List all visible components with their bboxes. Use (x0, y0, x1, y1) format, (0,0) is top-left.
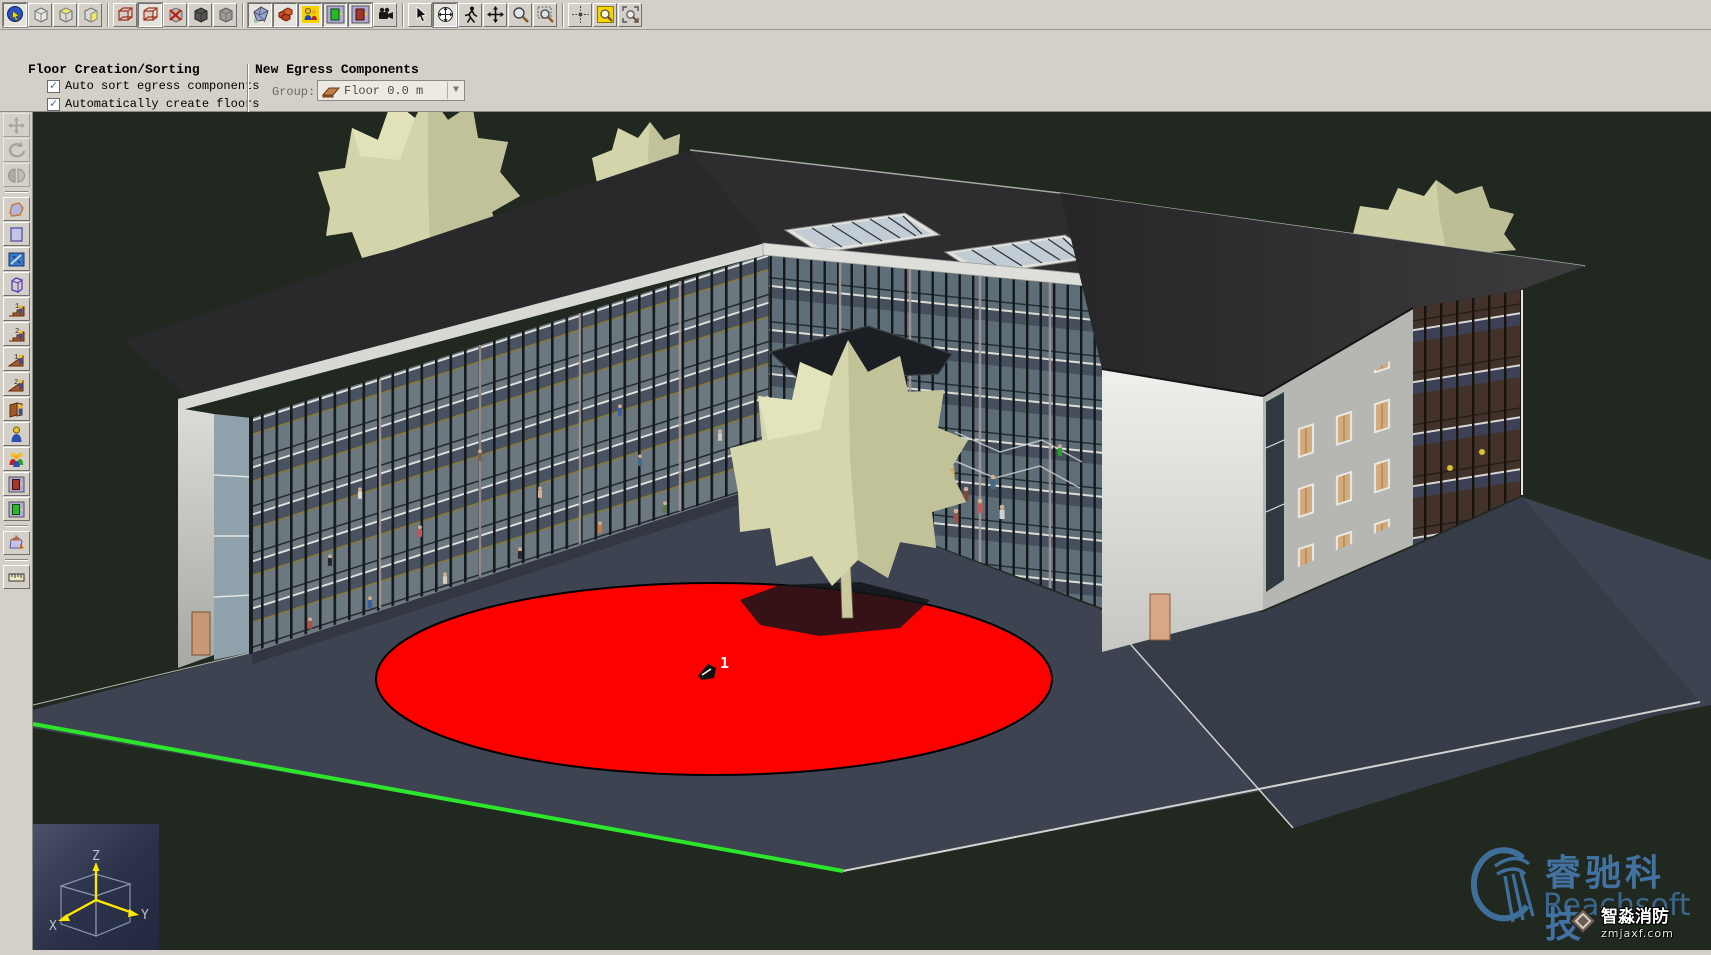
door-tool[interactable] (3, 472, 30, 496)
solid-wireframe-view-icon[interactable] (138, 3, 162, 27)
checkbox-check-icon[interactable]: ✓ (47, 98, 60, 111)
model-viewport[interactable]: 1 Z X Y (33, 112, 1711, 950)
checkbox-check-icon[interactable]: ✓ (47, 80, 60, 93)
zoom-box-tool-icon[interactable] (533, 3, 557, 27)
pan-tool-icon[interactable] (483, 3, 507, 27)
ramp-two-point-tool[interactable]: 2 (3, 372, 30, 396)
axis-gizmo[interactable]: Z X Y (33, 824, 159, 950)
exit-door-tool[interactable] (3, 497, 30, 521)
right-end-door (1150, 594, 1170, 640)
axis-x-label: X (49, 919, 57, 934)
group-dropdown[interactable]: Floor 0.0 m ▼ (317, 80, 465, 101)
exit-component-tool[interactable] (3, 397, 30, 421)
zoom-extents-icon[interactable] (593, 3, 617, 27)
main-toolbar (0, 0, 1711, 30)
tool-sidebar: 1 2 1 2 (0, 112, 33, 950)
edit-vertices-tool[interactable] (3, 531, 30, 555)
show-occupants-icon[interactable] (298, 3, 322, 27)
stairs-two-point-tool[interactable]: 2 (3, 322, 30, 346)
select-cursor-icon[interactable] (408, 3, 432, 27)
new-egress-title: New Egress Components (255, 62, 419, 77)
floor-tool[interactable] (3, 197, 30, 221)
add-occupant-tool[interactable] (3, 422, 30, 446)
zoom-tool-icon[interactable] (508, 3, 532, 27)
svg-text:2: 2 (14, 379, 18, 387)
auto-create-floors-checkbox[interactable]: ✓ Automatically create floors (47, 97, 259, 111)
show-solid-top-icon[interactable] (53, 3, 77, 27)
show-solid-side-icon[interactable] (78, 3, 102, 27)
select-object-icon[interactable] (3, 3, 27, 27)
measure-tool[interactable] (3, 565, 30, 589)
right-end-wall (1102, 369, 1263, 652)
obstruction-tool[interactable] (3, 272, 30, 296)
group-value: Floor 0.0 m (344, 84, 423, 98)
svg-text:1: 1 (14, 354, 18, 362)
left-end-door (192, 612, 210, 655)
zoom-selection-icon[interactable] (618, 3, 642, 27)
axis-z-label: Z (92, 849, 100, 864)
mirror-object-tool[interactable] (3, 163, 30, 187)
marker-label: 1 (720, 654, 729, 672)
auto-sort-checkbox[interactable]: ✓ Auto sort egress components (47, 79, 259, 93)
show-all-objects-icon[interactable] (28, 3, 52, 27)
wireframe-view-icon[interactable] (113, 3, 137, 27)
add-group-tool[interactable] (3, 447, 30, 471)
solid-dark-view-icon[interactable] (188, 3, 212, 27)
walk-tool-icon[interactable] (458, 3, 482, 27)
axis-y-label: Y (141, 908, 149, 923)
hide-objects-icon[interactable] (163, 3, 187, 27)
refuge-area-circle[interactable] (376, 583, 1052, 775)
toolbar-separator (242, 3, 244, 27)
floor-creation-title: Floor Creation/Sorting (28, 62, 200, 77)
auto-create-floors-label: Automatically create floors (65, 97, 259, 111)
room-tool[interactable] (3, 222, 30, 246)
sidebar-separator (5, 525, 28, 527)
sidebar-separator (5, 191, 28, 193)
shaded-view-icon[interactable] (213, 3, 237, 27)
show-exits-icon[interactable] (323, 3, 347, 27)
stairs-one-point-tool[interactable]: 1 (3, 297, 30, 321)
ramp-one-point-tool[interactable]: 1 (3, 347, 30, 371)
orbit-tool-icon[interactable] (433, 3, 457, 27)
rotate-object-tool[interactable] (3, 138, 30, 162)
thin-wall-tool[interactable] (3, 247, 30, 271)
sidebar-separator (5, 559, 28, 561)
scene-canvas[interactable]: 1 (33, 112, 1711, 950)
reset-view-icon[interactable] (568, 3, 592, 27)
toolbar-separator (107, 3, 109, 27)
dropdown-arrow-icon[interactable]: ▼ (447, 82, 464, 99)
group-label: Group: (272, 85, 315, 99)
toolbar-separator (402, 3, 404, 27)
show-terrain-icon[interactable] (248, 3, 272, 27)
property-panel-row: Floor Creation/Sorting ✓ Auto sort egres… (0, 31, 1711, 112)
toolbar-separator (562, 3, 564, 27)
show-cameras-icon[interactable] (373, 3, 397, 27)
auto-sort-label: Auto sort egress components (65, 79, 259, 93)
show-obstructions-icon[interactable] (273, 3, 297, 27)
move-object-tool[interactable] (3, 113, 30, 137)
show-doors-icon[interactable] (348, 3, 372, 27)
floor-icon (322, 84, 340, 98)
